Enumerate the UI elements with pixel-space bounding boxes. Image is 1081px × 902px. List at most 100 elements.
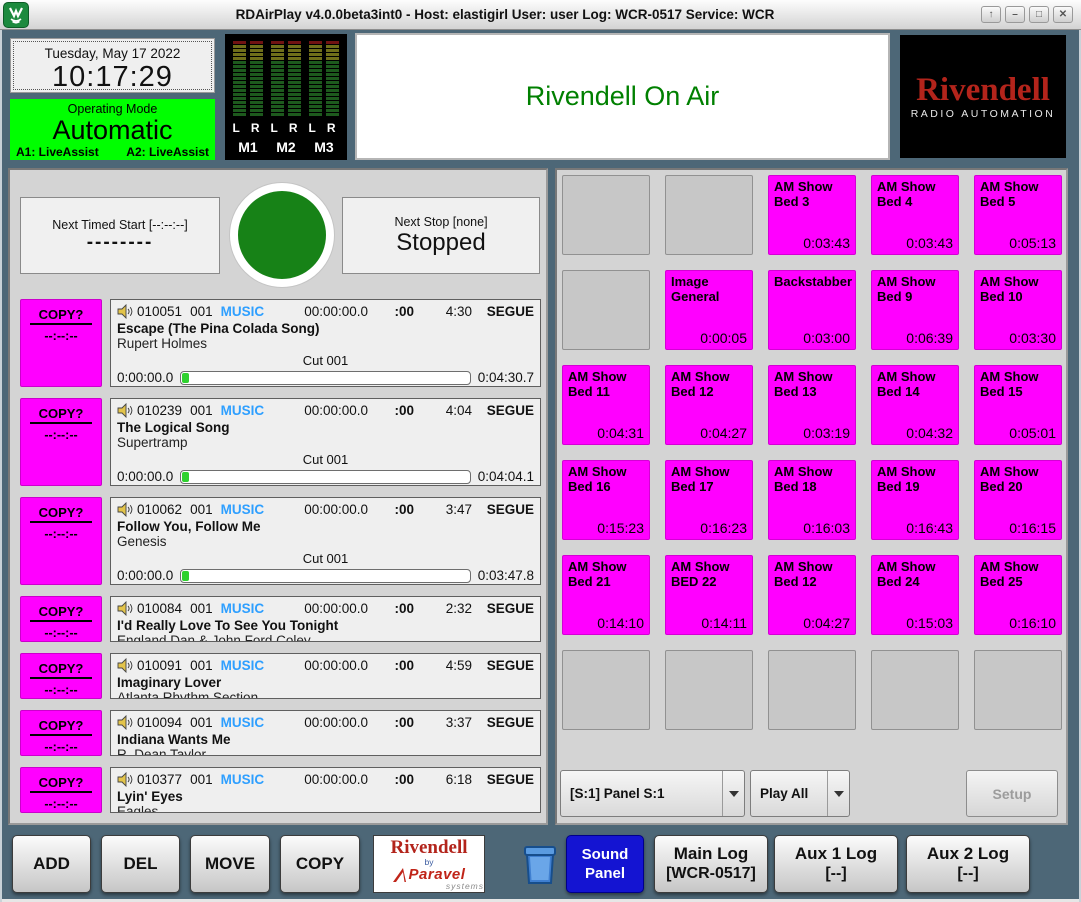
sound-panel-cart-button[interactable]: AM Show BED 22 0:14:11 [665,555,753,635]
sound-panel-empty-button[interactable] [665,650,753,730]
log-entry-card[interactable]: 010062 001 MUSIC 00:00:00.0 :00 3:47 SEG… [110,497,541,585]
sound-panel: AM Show Bed 3 0:03:43 AM Show Bed 4 0:03… [555,168,1068,825]
sound-panel-cart-button[interactable]: AM Show Bed 20 0:16:15 [974,460,1062,540]
sound-panel-cart-button[interactable]: AM Show Bed 4 0:03:43 [871,175,959,255]
log-entry-card[interactable]: 010377 001 MUSIC 00:00:00.0 :00 6:18 SEG… [110,767,541,813]
cut-label: Cut 001 [117,452,534,468]
log-entry-copy-button[interactable]: COPY? --:--:-- [20,767,102,813]
minimize-button[interactable]: – [1005,6,1025,23]
aux1-log-button-line1: Aux 1 Log [795,844,877,864]
song-title: The Logical Song [117,420,534,435]
cart-button-length: 0:05:01 [1009,425,1056,441]
chevron-down-icon[interactable] [827,771,849,816]
rivendell-logo-tagline: RADIO AUTOMATION [911,108,1056,120]
sound-panel-cart-button[interactable]: AM Show Bed 10 0:03:30 [974,270,1062,350]
log-entry-card[interactable]: 010091 001 MUSIC 00:00:00.0 :00 4:59 SEG… [110,653,541,699]
sound-panel-cart-button[interactable]: AM Show Bed 16 0:15:23 [562,460,650,540]
progress-fill [182,373,189,383]
talk-time: :00 [368,304,414,319]
cut-number: 001 [190,502,213,517]
sound-panel-cart-button[interactable]: AM Show Bed 11 0:04:31 [562,365,650,445]
progress-bar [180,470,470,484]
add-button[interactable]: ADD [12,835,91,893]
meter-m1: L RM1 [232,41,263,160]
sound-panel-empty-button[interactable] [665,175,753,255]
cut-number: 001 [190,601,213,616]
log-entry-card[interactable]: 010051 001 MUSIC 00:00:00.0 :00 4:30 SEG… [110,299,541,387]
sound-panel-cart-button[interactable]: AM Show Bed 12 0:04:27 [768,555,856,635]
sound-panel-cart-button[interactable]: AM Show Bed 19 0:16:43 [871,460,959,540]
main-log-button[interactable]: Main Log [WCR-0517] [654,835,768,893]
maximize-button[interactable]: □ [1029,6,1049,23]
setup-button[interactable]: Setup [966,770,1058,817]
sound-panel-empty-button[interactable] [871,650,959,730]
sound-panel-cart-button[interactable]: AM Show Bed 5 0:05:13 [974,175,1062,255]
sound-panel-empty-button[interactable] [562,270,650,350]
sound-panel-cart-button[interactable]: AM Show Bed 12 0:04:27 [665,365,753,445]
trash-icon[interactable] [523,845,557,885]
log-entry-copy-label: COPY? [30,718,93,736]
sound-panel-cart-button[interactable]: AM Show Bed 24 0:15:03 [871,555,959,635]
log-entry-copy-button[interactable]: COPY? --:--:-- [20,596,102,642]
sound-panel-empty-button[interactable] [562,650,650,730]
aux1-log-button[interactable]: Aux 1 Log [--] [774,835,898,893]
elapsed-time: 0:00:00.0 [117,370,173,385]
sound-panel-cart-button[interactable]: AM Show Bed 21 0:14:10 [562,555,650,635]
paravel-swoosh-icon [393,868,409,882]
log-entry-copy-button[interactable]: COPY? --:--:-- [20,653,102,699]
log-entry-copy-button[interactable]: COPY? --:--:-- [20,710,102,756]
sound-panel-empty-button[interactable] [974,650,1062,730]
sound-panel-cart-button[interactable]: AM Show Bed 17 0:16:23 [665,460,753,540]
transition-type: SEGUE [472,715,534,730]
sound-panel-cart-button[interactable]: AM Show Bed 13 0:03:19 [768,365,856,445]
cart-button-length: 0:06:39 [906,330,953,346]
sound-panel-cart-button[interactable]: AM Show Bed 18 0:16:03 [768,460,856,540]
chevron-down-icon[interactable] [722,771,744,816]
sound-panel-button[interactable]: Sound Panel [566,835,644,893]
cart-button-label: AM Show Bed 13 [774,369,850,399]
transition-type: SEGUE [472,772,534,787]
meter-channel-label: M3 [314,139,333,155]
sound-panel-grid: AM Show Bed 3 0:03:43 AM Show Bed 4 0:03… [562,175,1065,730]
shade-button[interactable]: ↑ [981,6,1001,23]
artist-name: R. Dean Taylor [117,747,534,756]
progress-bar [180,371,470,385]
cart-button-label: AM Show Bed 17 [671,464,747,494]
panel-select-dropdown[interactable]: [S:1] Panel S:1 [560,770,745,817]
group-name: MUSIC [221,502,265,517]
delete-button[interactable]: DEL [101,835,180,893]
sound-panel-empty-button[interactable] [768,650,856,730]
sound-panel-cart-button[interactable]: AM Show Bed 25 0:16:10 [974,555,1062,635]
sound-panel-cart-button[interactable]: AM Show Bed 3 0:03:43 [768,175,856,255]
cut-number: 001 [190,658,213,673]
talk-time: :00 [368,658,414,673]
sound-panel-cart-button[interactable]: AM Show Bed 9 0:06:39 [871,270,959,350]
next-stop-value: Stopped [343,229,539,257]
log-entry-copy-button[interactable]: COPY? --:--:-- [20,299,102,387]
copy-button[interactable]: COPY [280,835,360,893]
log-entry-card[interactable]: 010239 001 MUSIC 00:00:00.0 :00 4:04 SEG… [110,398,541,486]
sound-panel-cart-button[interactable]: AM Show Bed 15 0:05:01 [974,365,1062,445]
clock-date: Tuesday, May 17 2022 [11,46,214,61]
length: 3:47 [414,502,472,517]
aux2-log-button[interactable]: Aux 2 Log [--] [906,835,1030,893]
operating-mode-display[interactable]: Operating Mode Automatic A1: LiveAssist … [10,99,215,160]
cart-button-length: 0:04:27 [803,615,850,631]
log-entry-copy-button[interactable]: COPY? --:--:-- [20,497,102,585]
log-entry-copy-button[interactable]: COPY? --:--:-- [20,398,102,486]
progress-bar [180,569,470,583]
sound-panel-cart-button[interactable]: Image General 0:00:05 [665,270,753,350]
sound-panel-cart-button[interactable]: AM Show Bed 14 0:04:32 [871,365,959,445]
start-button[interactable] [230,183,334,287]
close-button[interactable]: ✕ [1053,6,1073,23]
scheduled-time: 00:00:00.0 [280,658,368,673]
cart-button-label: AM Show Bed 5 [980,179,1056,209]
log-entry-card[interactable]: 010084 001 MUSIC 00:00:00.0 :00 2:32 SEG… [110,596,541,642]
sound-panel-empty-button[interactable] [562,175,650,255]
cart-button-label: AM Show Bed 20 [980,464,1056,494]
move-button[interactable]: MOVE [190,835,270,893]
play-mode-dropdown[interactable]: Play All [750,770,850,817]
sound-panel-cart-button[interactable]: Backstabber 0:03:00 [768,270,856,350]
next-stop-label: Next Stop [none] [343,215,539,229]
log-entry-card[interactable]: 010094 001 MUSIC 00:00:00.0 :00 3:37 SEG… [110,710,541,756]
